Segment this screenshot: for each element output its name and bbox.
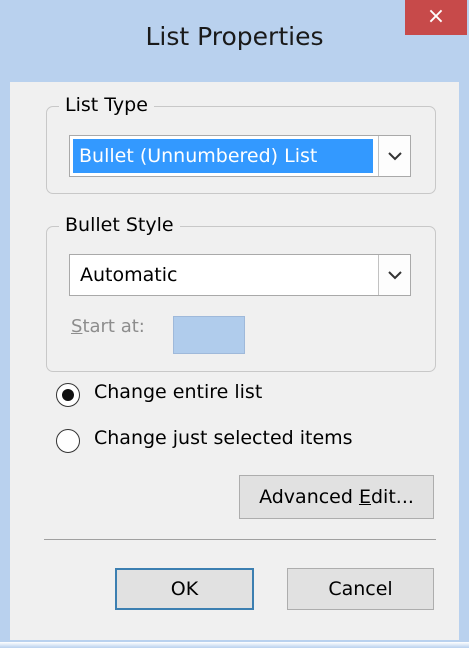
start-at-input[interactable] bbox=[173, 316, 245, 354]
list-type-group: List Type Bullet (Unnumbered) List bbox=[46, 93, 436, 194]
chevron-down-icon bbox=[387, 271, 402, 280]
bullet-style-group-label: Bullet Style bbox=[59, 213, 180, 237]
radio-change-entire-list[interactable]: Change entire list bbox=[56, 380, 356, 410]
title-bar[interactable]: List Properties × bbox=[0, 0, 469, 82]
bullet-style-group: Bullet Style Automatic Start at: bbox=[46, 213, 436, 372]
radio-button[interactable] bbox=[56, 429, 80, 453]
list-type-dropdown[interactable]: Bullet (Unnumbered) List bbox=[69, 135, 411, 177]
start-at-label: Start at: bbox=[71, 316, 145, 337]
list-properties-dialog: List Properties × List Type Bullet (Unnu… bbox=[0, 0, 469, 648]
bullet-style-dropdown[interactable]: Automatic bbox=[69, 254, 411, 296]
ok-button[interactable]: OK bbox=[115, 568, 254, 610]
dropdown-arrow[interactable] bbox=[378, 255, 410, 295]
close-button[interactable]: × bbox=[405, 0, 467, 35]
cancel-button[interactable]: Cancel bbox=[287, 568, 434, 610]
advanced-edit-button[interactable]: Advanced Edit... bbox=[239, 475, 434, 519]
radio-label: Change entire list bbox=[94, 381, 263, 403]
dialog-title: List Properties bbox=[145, 22, 324, 51]
close-icon: × bbox=[426, 4, 446, 29]
dropdown-arrow[interactable] bbox=[378, 136, 410, 176]
chevron-down-icon bbox=[387, 152, 402, 161]
radio-change-selected-items[interactable]: Change just selected items bbox=[56, 426, 416, 456]
dialog-body: List Type Bullet (Unnumbered) List Bulle… bbox=[10, 82, 459, 640]
list-type-selected-value: Bullet (Unnumbered) List bbox=[73, 139, 373, 173]
radio-checked-dot bbox=[62, 389, 74, 401]
separator bbox=[44, 539, 436, 540]
list-type-group-label: List Type bbox=[59, 93, 154, 117]
radio-label: Change just selected items bbox=[94, 427, 353, 449]
radio-button[interactable] bbox=[56, 383, 80, 407]
bullet-style-selected-value: Automatic bbox=[80, 264, 178, 286]
